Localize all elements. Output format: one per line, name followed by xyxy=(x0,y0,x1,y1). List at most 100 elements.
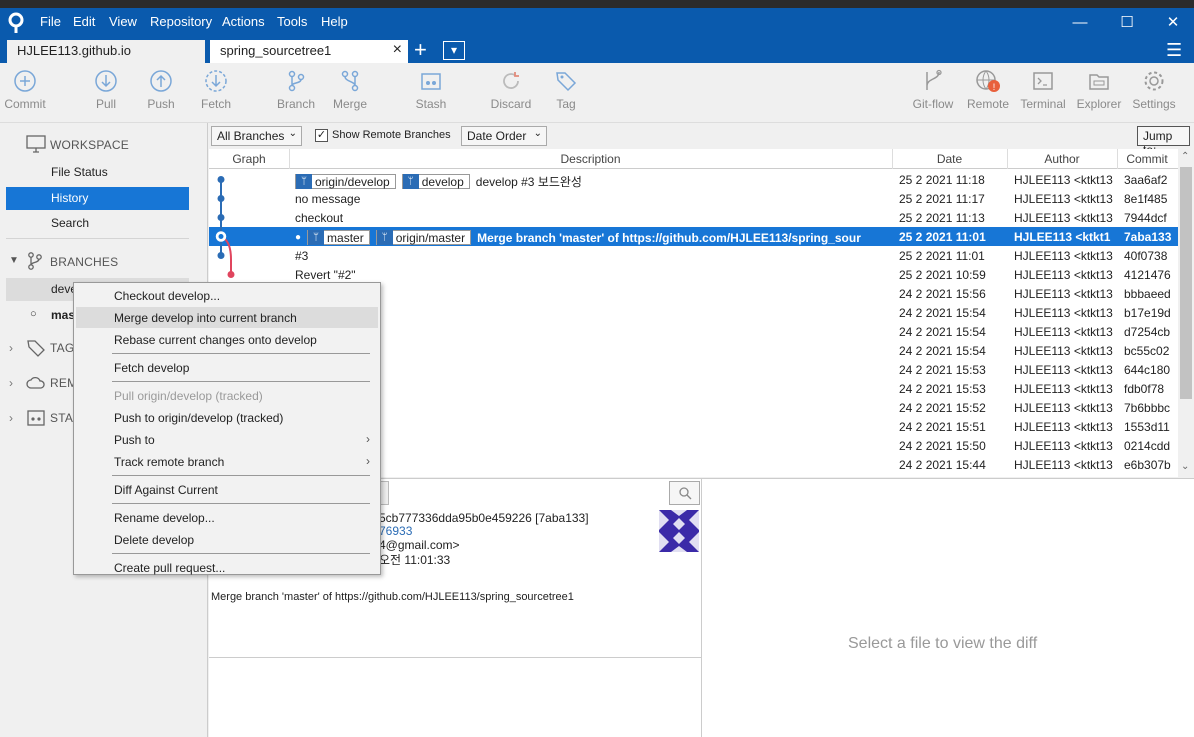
commit-author: HJLEE113 <ktkt13 xyxy=(1014,382,1113,396)
menu-edit[interactable]: Edit xyxy=(73,14,95,29)
monitor-icon xyxy=(26,135,46,153)
chevron-right-icon[interactable]: › xyxy=(9,411,13,425)
commit-author: HJLEE113 <ktkt13 xyxy=(1014,249,1113,263)
commit-date: 25 2 2021 11:01 xyxy=(899,230,986,244)
stash-icon xyxy=(421,73,441,90)
commit-row[interactable]: ● ᛘ master ᛘ origin/master Merge branch 'mast… xyxy=(209,227,1178,246)
commit-row[interactable]: checkout 25 2 2021 11:13 HJLEE113 <ktkt13 7… xyxy=(209,208,1178,227)
commit-description: checkout xyxy=(295,211,343,225)
commit-date: 24 2 2021 15:50 xyxy=(899,439,986,453)
menu-item-label: Rename develop... xyxy=(114,511,215,525)
commit-icon xyxy=(14,70,36,92)
commit-author: HJLEE113 <ktkt13 xyxy=(1014,401,1113,415)
order-select[interactable]: Date Order ⌄ xyxy=(461,126,547,146)
commit-hash: 7b6bbbc xyxy=(1124,401,1171,415)
parent-link[interactable]: 76933 xyxy=(379,524,412,538)
column-graph[interactable]: Graph xyxy=(209,152,289,166)
menu-view[interactable]: View xyxy=(109,14,137,29)
column-date[interactable]: Date xyxy=(892,152,1007,166)
stash-icon xyxy=(27,410,45,426)
menu-repository[interactable]: Repository xyxy=(150,14,212,29)
branch-ref-tag[interactable]: ᛘ origin/develop xyxy=(295,174,396,189)
tab-label: HJLEE113.github.io xyxy=(17,43,131,58)
column-commit[interactable]: Commit xyxy=(1117,152,1177,166)
menu-tools[interactable]: Tools xyxy=(277,14,307,29)
commit-row[interactable]: #3 25 2 2021 11:01 HJLEE113 <ktkt13 40f0738 xyxy=(209,246,1178,265)
tab-spring-sourcetree1[interactable]: spring_sourcetree1 × xyxy=(210,40,408,63)
show-remote-checkbox[interactable]: ✓ xyxy=(315,129,328,142)
author-email: 4@gmail.com> xyxy=(379,538,460,552)
jump-to-button[interactable]: Jump to: xyxy=(1137,126,1190,157)
explorer-button[interactable]: Explorer xyxy=(1071,69,1127,111)
tab-dropdown-icon[interactable]: ▾ xyxy=(443,41,465,60)
diff-placeholder: Select a file to view the diff xyxy=(848,635,1038,652)
pull-button[interactable]: Pull xyxy=(78,69,134,111)
commit-button[interactable]: Commit xyxy=(0,69,53,111)
sidebar-item-search[interactable]: Search xyxy=(6,212,189,235)
terminal-button[interactable]: Terminal xyxy=(1015,69,1071,111)
commit-author: HJLEE113 <ktkt13 xyxy=(1014,287,1113,301)
minimize-icon[interactable]: — xyxy=(1070,14,1090,32)
commit-author: HJLEE113 <ktkt13 xyxy=(1014,173,1113,187)
menu-item-diff-against-current[interactable]: Diff Against Current xyxy=(76,479,378,500)
commit-list-scrollbar[interactable]: ⌃ ⌄ xyxy=(1178,149,1194,477)
fetch-icon xyxy=(205,70,227,92)
menu-item-label: Diff Against Current xyxy=(114,483,218,497)
menu-actions[interactable]: Actions xyxy=(222,14,265,29)
menu-item-create-pull-request[interactable]: Create pull request... xyxy=(76,557,378,578)
graph-node xyxy=(217,176,225,183)
commit-author: HJLEE113 <ktkt13 xyxy=(1014,420,1113,434)
remote-button[interactable]: ! Remote xyxy=(960,69,1016,111)
commit-hash: 3aa6af2 xyxy=(1124,173,1168,187)
chevron-down-icon[interactable]: ▼ xyxy=(9,255,19,266)
repo-tab-bar: HJLEE113.github.io spring_sourcetree1 × … xyxy=(0,38,1194,63)
menu-help[interactable]: Help xyxy=(321,14,348,29)
branch-ref-tag[interactable]: ᛘ origin/master xyxy=(375,230,472,245)
menu-item-label: Create pull request... xyxy=(114,561,226,575)
chevron-right-icon[interactable]: › xyxy=(9,341,13,355)
commit-date: 25 2 2021 11:17 xyxy=(899,192,985,206)
scroll-up-icon[interactable]: ⌃ xyxy=(1181,151,1189,162)
commit-message: Revert "#2" xyxy=(295,268,356,282)
close-window-icon[interactable]: ✕ xyxy=(1163,14,1183,32)
sidebar-item-file-status[interactable]: File Status xyxy=(6,161,189,184)
column-author[interactable]: Author xyxy=(1007,152,1117,166)
branch-ref-label: develop xyxy=(421,174,464,189)
menu-item-label: Push to xyxy=(114,433,155,447)
push-button[interactable]: Push xyxy=(133,69,189,111)
commit-date: 25 2 2021 11:13 xyxy=(899,211,985,225)
add-tab-icon[interactable]: + xyxy=(414,38,427,62)
commit-date: 24 2 2021 15:53 xyxy=(899,382,986,396)
discard-button[interactable]: Discard xyxy=(483,69,539,111)
menu-item-delete-develop[interactable]: Delete develop xyxy=(76,529,378,550)
commit-row[interactable]: no message 25 2 2021 11:17 HJLEE113 <ktkt1… xyxy=(209,189,1178,208)
commit-date: 24 2 2021 15:54 xyxy=(899,306,986,320)
stash-button[interactable]: Stash xyxy=(403,69,459,111)
tab-close-icon[interactable]: × xyxy=(393,41,402,59)
branch-ref-tag[interactable]: ᛘ master xyxy=(307,230,370,245)
workspace-header: WORKSPACE xyxy=(50,138,129,152)
menu-file[interactable]: File xyxy=(40,14,61,29)
fetch-button[interactable]: Fetch xyxy=(188,69,244,111)
branch-button[interactable]: Branch xyxy=(268,69,324,111)
sidebar-item-history[interactable]: History xyxy=(6,187,189,210)
settings-button[interactable]: Settings xyxy=(1126,69,1182,111)
tab-hjlee113-github-io[interactable]: HJLEE113.github.io xyxy=(7,40,205,63)
branch-filter-select[interactable]: All Branches ⌄ xyxy=(211,126,302,146)
gitflow-button[interactable]: Git-flow xyxy=(905,69,961,111)
tag-button[interactable]: Tag xyxy=(538,69,594,111)
chevron-right-icon[interactable]: › xyxy=(9,376,13,390)
merge-button[interactable]: Merge xyxy=(322,69,378,111)
commit-hash: 8e1f485 xyxy=(1124,192,1168,206)
commit-row[interactable]: ᛘ origin/develop ᛘ develop develop #3 보드완성 25… xyxy=(209,170,1178,189)
tag-icon xyxy=(556,72,577,92)
menu-item-rename-develop[interactable]: Rename develop... xyxy=(76,507,378,528)
commit-date: 오전 11:01:33 xyxy=(379,553,451,567)
column-description[interactable]: Description xyxy=(289,152,892,166)
scrollbar-thumb[interactable] xyxy=(1180,167,1192,399)
hamburger-menu-icon[interactable]: ☰ xyxy=(1166,40,1182,61)
branch-ref-tag[interactable]: ᛘ develop xyxy=(401,174,470,189)
scroll-down-icon[interactable]: ⌄ xyxy=(1181,461,1189,472)
search-icon[interactable] xyxy=(669,481,700,505)
maximize-icon[interactable]: ☐ xyxy=(1117,14,1137,32)
